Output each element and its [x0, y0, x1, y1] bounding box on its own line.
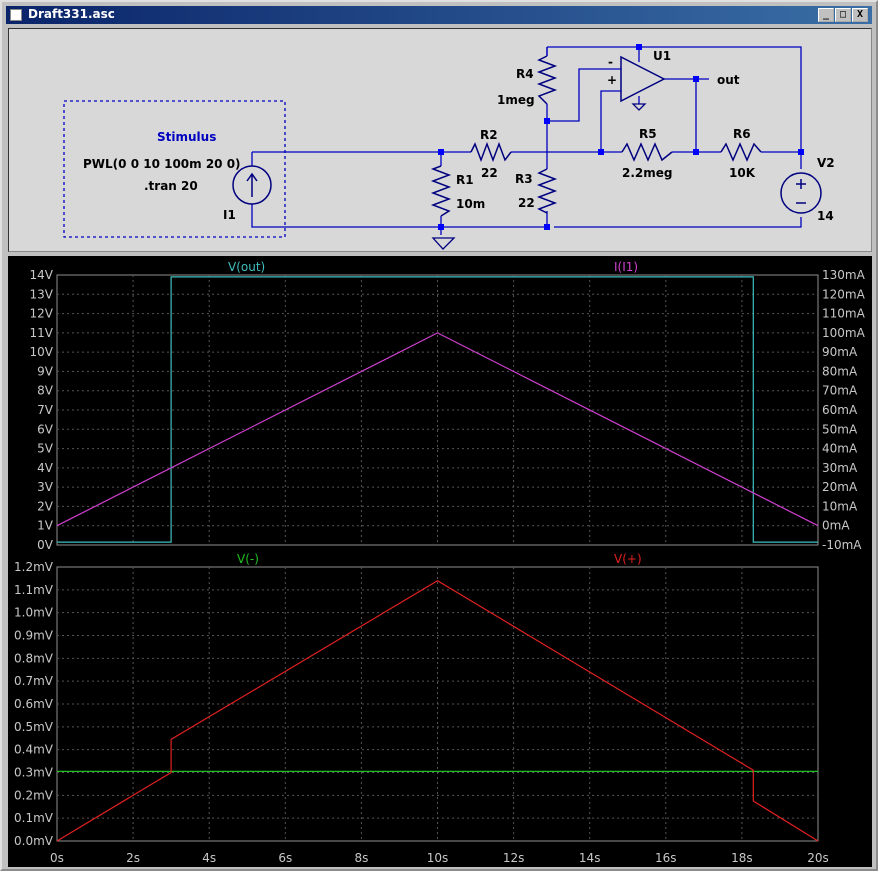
waveform-plots[interactable]: 0V 1V 2V 3V 4V 5V 6V 7V 8V 9V 10V 11V 12V 13V 14V -10mA… [8, 256, 872, 867]
y-tick-label: 4V [37, 461, 54, 475]
trace-name: V(out) [228, 260, 265, 274]
x-tick-label: 6s [278, 851, 292, 865]
trace-name: I(I1) [614, 260, 638, 274]
window-title: Draft331.asc [28, 7, 115, 21]
y-tick-label: 8V [37, 384, 54, 398]
y2-tick-label: 90mA [822, 345, 858, 359]
x-tick-label: 12s [503, 851, 525, 865]
label-opamp-minus: - [608, 55, 613, 69]
resistor-r3[interactable] [536, 168, 558, 214]
label-i1: I1 [223, 208, 236, 222]
y2-tick-label: -10mA [822, 538, 862, 552]
x-tick-label: 10s [427, 851, 449, 865]
y-tick-label: 2V [37, 499, 54, 513]
series-v [56, 580, 819, 842]
trace-name: V(-) [237, 552, 259, 566]
y-tick-label: 0.1mV [14, 811, 54, 825]
y-tick-label: 0.8mV [14, 651, 54, 665]
trace-name: V(+) [614, 552, 642, 566]
label-r4: R4 [516, 67, 534, 81]
schematic-pane[interactable]: Stimulus PWL(0 0 10 100m 20 0) .tran 20 … [8, 28, 872, 252]
y2-tick-label: 50mA [822, 422, 858, 436]
resistor-r1[interactable] [430, 165, 452, 217]
label-r1: R1 [456, 173, 474, 187]
y2-tick-label: 40mA [822, 442, 858, 456]
resistor-r5[interactable] [621, 142, 673, 162]
stimulus-pwl: PWL(0 0 10 100m 20 0) [83, 157, 241, 171]
y2-tick-label: 20mA [822, 480, 858, 494]
y-tick-label: 1.1mV [14, 583, 54, 597]
y-tick-label: 0V [37, 538, 54, 552]
y-tick-label: 13V [30, 287, 54, 301]
opamp-u1[interactable] [620, 55, 666, 103]
minimize-button[interactable]: _ [818, 8, 834, 22]
y-tick-label: 5V [37, 442, 54, 456]
label-r5: R5 [639, 127, 657, 141]
y2-tick-label: 10mA [822, 499, 858, 513]
y2-tick-label: 70mA [822, 384, 858, 398]
label-r3-value: 22 [518, 196, 535, 210]
label-r5-value: 2.2meg [622, 166, 673, 180]
app-window: Draft331.asc _ □ X Stimulus PWL(0 0 10 1… [0, 0, 878, 871]
x-tick-label: 8s [354, 851, 368, 865]
label-u1: U1 [653, 49, 671, 63]
app-icon [10, 9, 22, 21]
label-v2: V2 [817, 156, 835, 170]
label-r3: R3 [515, 172, 533, 186]
y2-tick-label: 80mA [822, 364, 858, 378]
y2-tick-label: 30mA [822, 461, 858, 475]
y-tick-label: 0.2mV [14, 788, 54, 802]
title-bar[interactable]: Draft331.asc _ □ X [6, 6, 872, 24]
x-tick-label: 4s [202, 851, 216, 865]
y2-tick-label: 60mA [822, 403, 858, 417]
label-r6: R6 [733, 127, 751, 141]
y-tick-label: 0.9mV [14, 629, 54, 643]
y-tick-label: 0.6mV [14, 697, 54, 711]
label-r2-value: 22 [481, 166, 498, 180]
x-tick-label: 2s [126, 851, 140, 865]
stimulus-title: Stimulus [157, 130, 216, 144]
y-tick-label: 1V [37, 519, 54, 533]
resistor-r2[interactable] [470, 141, 512, 163]
y2-tick-label: 120mA [822, 287, 866, 301]
y-tick-label: 0.3mV [14, 766, 54, 780]
stimulus-tran: .tran 20 [144, 179, 198, 193]
y-tick-label: 3V [37, 480, 54, 494]
y-tick-label: 6V [37, 422, 54, 436]
y-tick-label: 10V [30, 345, 54, 359]
label-r6-value: 10K [729, 166, 756, 180]
resistor-r4[interactable] [536, 55, 558, 105]
x-tick-label: 14s [579, 851, 601, 865]
y-tick-label: 0.7mV [14, 674, 54, 688]
y-tick-label: 0.0mV [14, 834, 54, 848]
y2-tick-label: 0mA [822, 519, 850, 533]
close-button[interactable]: X [852, 8, 868, 22]
resistor-r6[interactable] [720, 142, 762, 162]
y-tick-label: 14V [30, 268, 54, 282]
y-tick-label: 1.2mV [14, 560, 54, 574]
x-tick-label: 16s [655, 851, 677, 865]
y-tick-label: 0.4mV [14, 743, 54, 757]
y2-tick-label: 110mA [822, 307, 866, 321]
y-tick-label: 12V [30, 307, 54, 321]
label-out: out [717, 73, 740, 87]
label-r1-value: 10m [456, 197, 485, 211]
y-tick-label: 9V [37, 364, 54, 378]
x-tick-label: 20s [807, 851, 829, 865]
label-r2: R2 [480, 128, 498, 142]
y-tick-label: 0.5mV [14, 720, 54, 734]
y2-tick-label: 100mA [822, 326, 866, 340]
label-v2-value: 14 [817, 209, 834, 223]
label-opamp-plus: + [607, 73, 617, 87]
y-tick-label: 11V [30, 326, 54, 340]
x-tick-label: 18s [731, 851, 753, 865]
y-tick-label: 1.0mV [14, 606, 54, 620]
y2-tick-label: 130mA [822, 268, 866, 282]
y-tick-label: 7V [37, 403, 54, 417]
waveform-pane[interactable]: 0V 1V 2V 3V 4V 5V 6V 7V 8V 9V 10V 11V 12V 13V 14V -10mA… [8, 256, 872, 867]
label-r4-value: 1meg [497, 93, 535, 107]
maximize-button[interactable]: □ [835, 8, 851, 22]
x-tick-label: 0s [50, 851, 64, 865]
